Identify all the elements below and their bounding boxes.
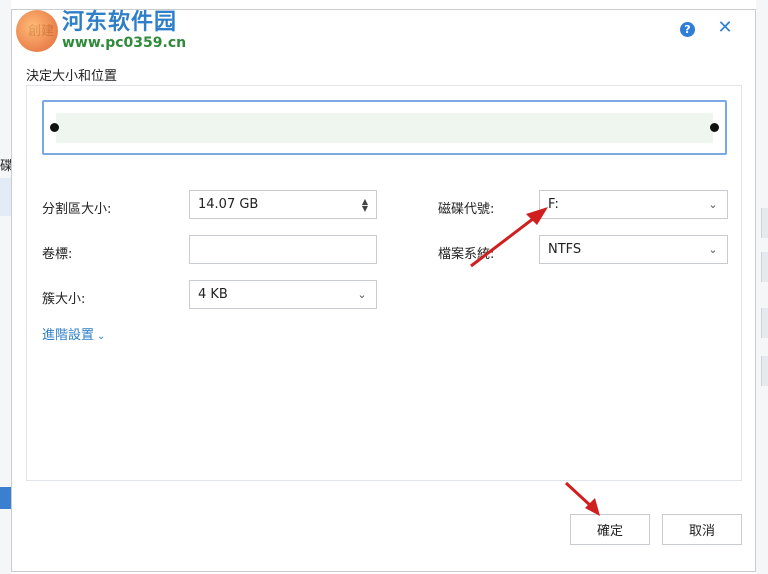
drive-letter-value: F:	[548, 197, 559, 212]
help-icon[interactable]: ?	[680, 22, 695, 37]
spinner-icon[interactable]: ▲ ▼	[362, 197, 368, 212]
partition-size-label: 分割區大小:	[42, 202, 112, 217]
cluster-size-label: 簇大小:	[42, 292, 86, 307]
background-right-tab	[761, 208, 768, 238]
volume-label-label: 卷標:	[42, 247, 73, 262]
file-system-label: 檔案系統:	[438, 247, 495, 262]
chevron-down-icon: ⌄	[97, 331, 106, 342]
file-system-select[interactable]: NTFS ⌄	[539, 235, 728, 264]
advanced-settings-label: 進階設置	[42, 328, 95, 343]
create-partition-dialog: 創建 河东软件园 www.pc0359.cn ? ✕ 決定大小和位置 分割區大小…	[11, 9, 756, 572]
cluster-size-select[interactable]: 4 KB ⌄	[189, 280, 377, 309]
background-app-right-edge	[756, 0, 768, 574]
background-right-tab	[761, 252, 768, 282]
file-system-value: NTFS	[548, 242, 582, 257]
background-right-tab	[761, 308, 768, 338]
chevron-down-icon: ⌄	[708, 243, 718, 256]
watermark: 河东软件园 www.pc0359.cn	[16, 10, 186, 52]
section-title: 決定大小和位置	[26, 69, 118, 84]
drive-letter-select[interactable]: F: ⌄	[539, 190, 728, 219]
partition-size-value: 14.07 GB	[198, 197, 259, 212]
partition-fill	[56, 113, 713, 143]
partition-size-stepper[interactable]: 14.07 GB ▲ ▼	[189, 190, 377, 219]
drive-letter-label: 磁碟代號:	[438, 202, 495, 217]
ok-button[interactable]: 確定	[570, 514, 650, 545]
background-selected-row	[0, 178, 11, 216]
right-resize-handle[interactable]	[710, 123, 719, 132]
background-blue-bar	[0, 487, 11, 509]
content-panel: 分割區大小: 14.07 GB ▲ ▼ 卷標: 簇大小: 4 KB ⌄ 磁碟代號:…	[26, 85, 742, 481]
close-icon[interactable]: ✕	[715, 18, 735, 38]
advanced-settings-link[interactable]: 進階設置 ⌄	[42, 324, 105, 343]
chevron-down-icon: ⌄	[708, 198, 718, 211]
volume-label-input[interactable]	[189, 235, 377, 264]
cancel-button[interactable]: 取消	[662, 514, 742, 545]
partition-size-bar[interactable]	[42, 100, 727, 155]
left-resize-handle[interactable]	[50, 123, 59, 132]
watermark-title: 河东软件园	[62, 10, 178, 35]
background-right-tab	[761, 356, 768, 386]
cluster-size-value: 4 KB	[198, 287, 228, 302]
watermark-url: www.pc0359.cn	[62, 35, 187, 51]
watermark-logo-icon	[16, 10, 58, 52]
chevron-down-icon: ⌄	[357, 288, 367, 301]
